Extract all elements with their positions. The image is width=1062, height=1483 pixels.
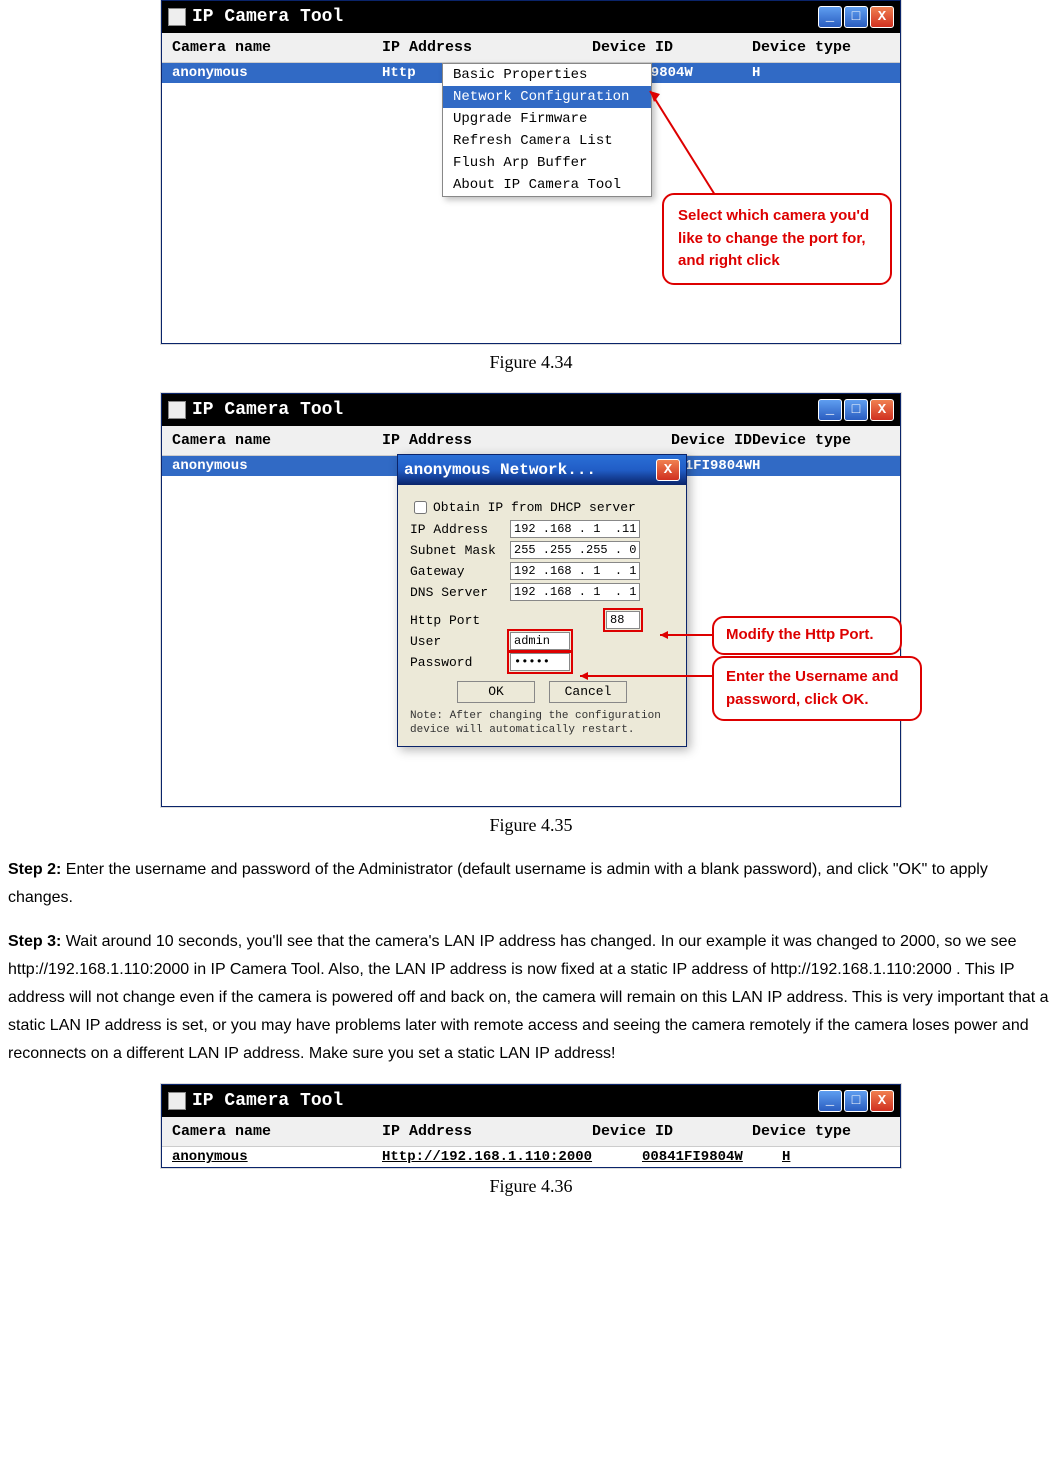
- dialog-title: anonymous Network...: [404, 461, 596, 479]
- dialog-titlebar: anonymous Network... X: [398, 455, 686, 485]
- ctx-flush-arp-buffer[interactable]: Flush Arp Buffer: [443, 152, 651, 174]
- step3-label: Step 3:: [8, 933, 61, 950]
- maximize-button[interactable]: □: [844, 6, 868, 28]
- arrow-to-user-pass-icon: [580, 671, 720, 681]
- step3-text: Wait around 10 seconds, you'll see that …: [8, 933, 1049, 1062]
- col-camera-name: Camera name: [172, 1123, 382, 1140]
- figure-caption-34: Figure 4.34: [0, 352, 1062, 373]
- callout-modify-port: Modify the Http Port.: [712, 616, 902, 655]
- col-device-id: Device ID: [592, 432, 752, 449]
- ok-button[interactable]: OK: [457, 681, 535, 703]
- app-title: IP Camera Tool: [192, 400, 343, 420]
- row-ip-address: Http://192.168.1.110:2000: [382, 1149, 642, 1165]
- app-icon: [168, 1092, 186, 1110]
- row-camera-name: anonymous: [172, 1149, 382, 1165]
- ctx-basic-properties[interactable]: Basic Properties: [443, 64, 651, 86]
- dns-server-field[interactable]: [510, 583, 640, 601]
- ctx-refresh-camera-list[interactable]: Refresh Camera List: [443, 130, 651, 152]
- titlebar: IP Camera Tool _ □ X: [162, 394, 900, 426]
- ip-address-label: IP Address: [410, 522, 510, 537]
- app-icon: [168, 8, 186, 26]
- dialog-close-button[interactable]: X: [656, 459, 680, 481]
- password-label: Password: [410, 655, 510, 670]
- step2-text: Enter the username and password of the A…: [8, 861, 988, 906]
- col-device-id: Device ID: [592, 39, 752, 56]
- col-device-id: Device ID: [592, 1123, 752, 1140]
- app-title: IP Camera Tool: [192, 1091, 343, 1111]
- ctx-network-configuration[interactable]: Network Configuration: [443, 86, 651, 108]
- camera-list-row[interactable]: anonymous Http://192.168.1.110:2000 0084…: [162, 1147, 900, 1167]
- ip-camera-tool-window-fig34: IP Camera Tool _ □ X Camera name IP Addr…: [161, 0, 901, 344]
- minimize-button[interactable]: _: [818, 399, 842, 421]
- list-header: Camera name IP Address Device ID Device …: [162, 426, 900, 456]
- user-label: User: [410, 634, 510, 649]
- callout-select-camera: Select which camera you'd like to change…: [662, 193, 892, 285]
- close-button[interactable]: X: [870, 6, 894, 28]
- row-device-type: H: [752, 65, 890, 81]
- minimize-button[interactable]: _: [818, 6, 842, 28]
- col-camera-name: Camera name: [172, 39, 382, 56]
- row-device-id: 00841FI9804W: [642, 1149, 782, 1165]
- figure-caption-35: Figure 4.35: [0, 815, 1062, 836]
- row-camera-name: anonymous: [172, 65, 382, 81]
- list-header: Camera name IP Address Device ID Device …: [162, 33, 900, 63]
- col-camera-name: Camera name: [172, 432, 382, 449]
- col-ip-address: IP Address: [382, 1123, 592, 1140]
- ip-camera-tool-window-fig36: IP Camera Tool _ □ X Camera name IP Addr…: [161, 1084, 901, 1168]
- arrow-to-port-icon: [660, 630, 720, 640]
- instruction-text: Step 2: Enter the username and password …: [0, 856, 1062, 1068]
- password-field[interactable]: [510, 653, 570, 671]
- app-title: IP Camera Tool: [192, 7, 343, 27]
- col-ip-address: IP Address: [382, 39, 592, 56]
- ip-camera-tool-window-fig35: IP Camera Tool _ □ X Camera name IP Addr…: [161, 393, 901, 807]
- ctx-about[interactable]: About IP Camera Tool: [443, 174, 651, 196]
- maximize-button[interactable]: □: [844, 399, 868, 421]
- ctx-upgrade-firmware[interactable]: Upgrade Firmware: [443, 108, 651, 130]
- http-port-field[interactable]: [606, 611, 640, 629]
- dhcp-checkbox[interactable]: [414, 501, 427, 514]
- subnet-mask-label: Subnet Mask: [410, 543, 510, 558]
- col-ip-address: IP Address: [382, 432, 592, 449]
- ip-address-field[interactable]: [510, 520, 640, 538]
- close-button[interactable]: X: [870, 1090, 894, 1112]
- titlebar: IP Camera Tool _ □ X: [162, 1085, 900, 1117]
- callout-enter-credentials: Enter the Username and password, click O…: [712, 656, 922, 721]
- row-camera-name: anonymous: [172, 458, 382, 474]
- minimize-button[interactable]: _: [818, 1090, 842, 1112]
- dns-server-label: DNS Server: [410, 585, 510, 600]
- dialog-restart-note: Note: After changing the configuration d…: [410, 709, 674, 738]
- row-device-type: H: [782, 1149, 890, 1165]
- col-device-type: Device type: [752, 39, 890, 56]
- row-device-type: H: [752, 458, 890, 474]
- col-device-type: Device type: [752, 432, 890, 449]
- close-button[interactable]: X: [870, 399, 894, 421]
- user-field[interactable]: [510, 632, 570, 650]
- cancel-button[interactable]: Cancel: [549, 681, 627, 703]
- subnet-mask-field[interactable]: [510, 541, 640, 559]
- titlebar: IP Camera Tool _ □ X: [162, 1, 900, 33]
- network-config-dialog: anonymous Network... X Obtain IP from DH…: [397, 454, 687, 747]
- col-device-type: Device type: [752, 1123, 890, 1140]
- step2-label: Step 2:: [8, 861, 61, 878]
- dhcp-label: Obtain IP from DHCP server: [433, 500, 636, 515]
- app-icon: [168, 401, 186, 419]
- figure-caption-36: Figure 4.36: [0, 1176, 1062, 1197]
- gateway-field[interactable]: [510, 562, 640, 580]
- http-port-label: Http Port: [410, 613, 510, 628]
- maximize-button[interactable]: □: [844, 1090, 868, 1112]
- gateway-label: Gateway: [410, 564, 510, 579]
- list-header: Camera name IP Address Device ID Device …: [162, 1117, 900, 1147]
- context-menu: Basic Properties Network Configuration U…: [442, 63, 652, 197]
